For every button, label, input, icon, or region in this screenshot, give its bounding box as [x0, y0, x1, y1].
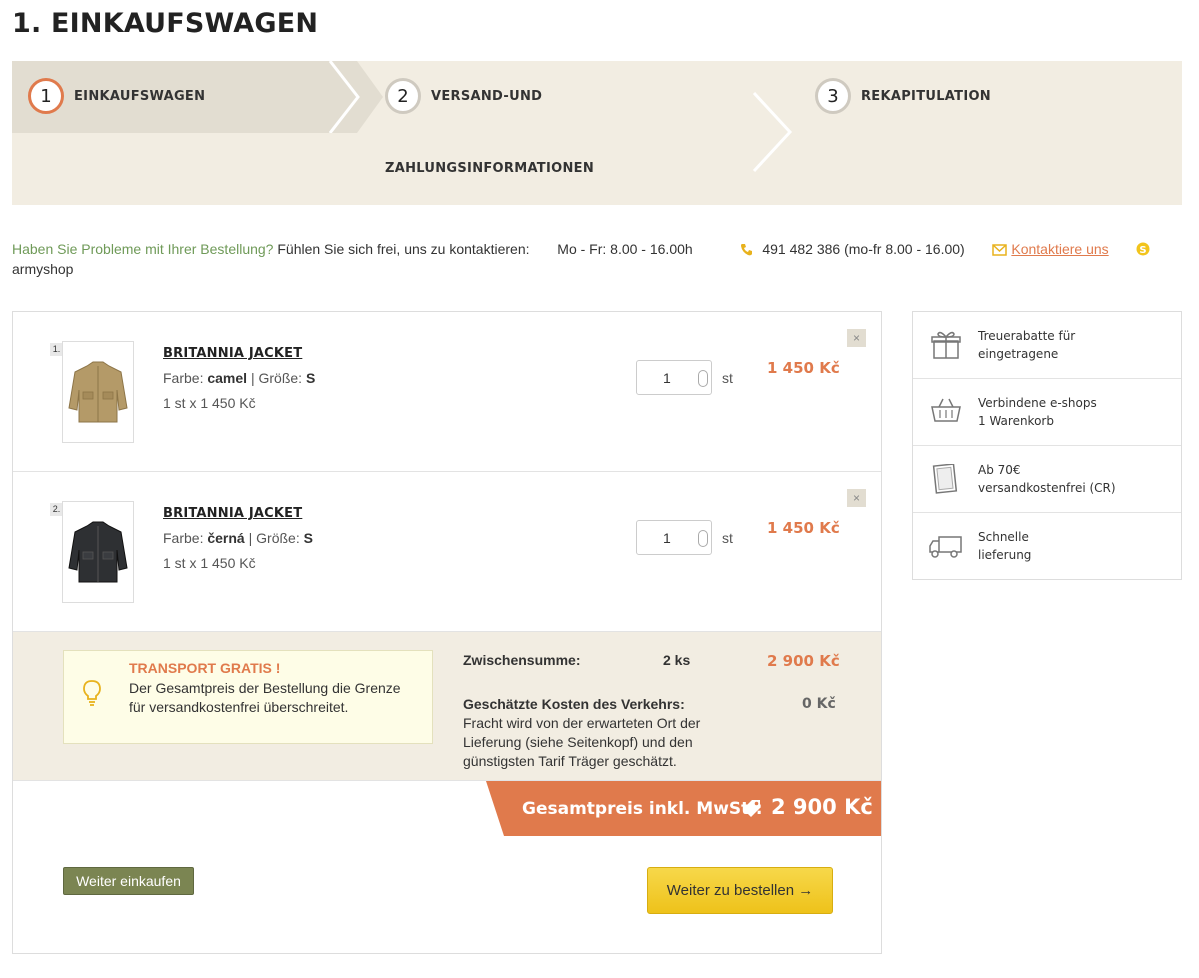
quantity-value: 1	[663, 370, 671, 386]
cart-summary: TRANSPORT GRATIS ! Der Gesamtpreis der B…	[13, 632, 881, 781]
quantity-stepper[interactable]	[698, 370, 708, 387]
benefit-text: Verbindene e-shops 1 Warenkorb	[978, 396, 1097, 428]
contact-invite: Fühlen Sie sich frei, uns zu kontaktiere…	[277, 241, 530, 257]
benefit-text: Treuerabatte für eingetragene	[978, 329, 1076, 361]
shipping-text: Fracht wird von der erwarteten Ort der L…	[463, 715, 701, 769]
jacket-icon	[68, 521, 128, 583]
mail-icon	[992, 244, 1008, 256]
product-image[interactable]	[62, 341, 134, 443]
product-size: S	[305, 370, 316, 386]
price-tag-icon	[743, 800, 760, 817]
step-label: REKAPITULATION	[861, 88, 991, 104]
subtotal-price: 2 900 Kč	[767, 652, 840, 670]
step-number: 2	[385, 78, 421, 114]
item-price: 1 450 Kč	[767, 359, 840, 377]
total-value: 2 900 Kč	[771, 795, 873, 819]
page-title: 1. EINKAUFSWAGEN	[12, 8, 319, 39]
lightbulb-icon	[83, 680, 101, 706]
step-chevron-icon	[328, 61, 360, 133]
contact-question: Haben Sie Probleme mit Ihrer Bestellung?	[12, 241, 274, 257]
step-label: VERSAND-UND	[431, 88, 543, 104]
skype-icon: S	[1136, 242, 1150, 256]
benefit-item: Treuerabatte für eingetragene	[913, 312, 1181, 379]
subtotal-label: Zwischensumme:	[463, 652, 581, 668]
step-number: 1	[28, 78, 64, 114]
shipping-price: 0 Kč	[802, 696, 836, 712]
step-recap[interactable]: 3 REKAPITULATION	[815, 78, 991, 114]
product-image[interactable]	[62, 501, 134, 603]
product-color: camel	[207, 370, 248, 386]
cart-panel: 1. BRITANNIA JACKET Farbe: camel | Größe…	[12, 311, 882, 954]
shipping-label: Geschätzte Kosten des Verkehrs:	[463, 696, 685, 712]
quantity-value: 1	[663, 530, 671, 546]
step-shipping[interactable]: 2 VERSAND-UND	[385, 78, 542, 114]
product-name-link[interactable]: BRITANNIA JACKET	[163, 506, 302, 521]
jacket-icon	[68, 361, 128, 423]
contact-phone: 491 482 386 (mo-fr 8.00 - 16.00)	[762, 241, 965, 257]
unit-price-line: 1 st x 1 450 Kč	[163, 395, 256, 411]
step-cart[interactable]: 1 EINKAUFSWAGEN	[28, 78, 205, 114]
quantity-input[interactable]: 1	[636, 360, 712, 395]
card-icon	[932, 464, 958, 494]
continue-shopping-button[interactable]: Weiter einkaufen	[63, 867, 194, 895]
notice-title: TRANSPORT GRATIS !	[129, 660, 281, 676]
contact-hours: Mo - Fr: 8.00 - 16.00h	[557, 241, 693, 257]
checkout-steps: 1 EINKAUFSWAGEN 2 VERSAND-UND ZAHLUNGSIN…	[12, 61, 1182, 205]
cart-item: 2. BRITANNIA JACKET Farbe: černá | Größe…	[13, 472, 881, 632]
benefit-item: Ab 70€ versandkostenfrei (CR)	[913, 446, 1181, 513]
truck-icon	[929, 536, 962, 558]
benefit-text: Schnelle lieferung	[978, 530, 1032, 562]
svg-text:S: S	[1140, 245, 1147, 256]
contact-skype: armyshop	[12, 261, 74, 277]
benefits-panel: Treuerabatte für eingetragene Verbindene …	[912, 311, 1182, 580]
notice-text: Der Gesamtpreis der Bestellung die Grenz…	[129, 680, 401, 715]
basket-icon	[931, 398, 961, 422]
contact-link[interactable]: Kontaktiere uns	[1011, 241, 1108, 257]
gift-icon	[931, 331, 961, 359]
total-label: Gesamtpreis inkl. MwSt.:	[522, 799, 763, 819]
product-color: černá	[207, 530, 245, 546]
benefit-item: Schnelle lieferung	[913, 513, 1181, 580]
proceed-to-order-button[interactable]: Weiter zu bestellen →	[647, 867, 833, 914]
total-price-bar: Gesamtpreis inkl. MwSt.: 2 900 Kč	[486, 781, 881, 836]
phone-icon	[741, 244, 753, 256]
product-name-link[interactable]: BRITANNIA JACKET	[163, 346, 302, 361]
quantity-input[interactable]: 1	[636, 520, 712, 555]
quantity-stepper[interactable]	[698, 530, 708, 547]
remove-item-button[interactable]: ×	[847, 489, 866, 507]
product-attributes: Farbe: černá | Größe: S	[163, 530, 313, 546]
remove-item-button[interactable]: ×	[847, 329, 866, 347]
benefit-text: Ab 70€ versandkostenfrei (CR)	[978, 463, 1116, 495]
free-shipping-notice: TRANSPORT GRATIS ! Der Gesamtpreis der B…	[63, 650, 433, 744]
quantity-unit: st	[722, 530, 733, 546]
step-label-line2: ZAHLUNGSINFORMATIONEN	[385, 161, 594, 176]
step-number: 3	[815, 78, 851, 114]
item-price: 1 450 Kč	[767, 519, 840, 537]
unit-price-line: 1 st x 1 450 Kč	[163, 555, 256, 571]
product-size: S	[303, 530, 313, 546]
step-label: EINKAUFSWAGEN	[74, 88, 206, 104]
subtotal-count: 2 ks	[663, 652, 691, 668]
cart-item: 1. BRITANNIA JACKET Farbe: camel | Größe…	[13, 312, 881, 472]
benefit-item: Verbindene e-shops 1 Warenkorb	[913, 379, 1181, 446]
contact-bar: Haben Sie Probleme mit Ihrer Bestellung?…	[12, 239, 1187, 279]
quantity-unit: st	[722, 370, 733, 386]
product-attributes: Farbe: camel | Größe: S	[163, 370, 316, 386]
step-chevron-icon	[752, 91, 793, 173]
